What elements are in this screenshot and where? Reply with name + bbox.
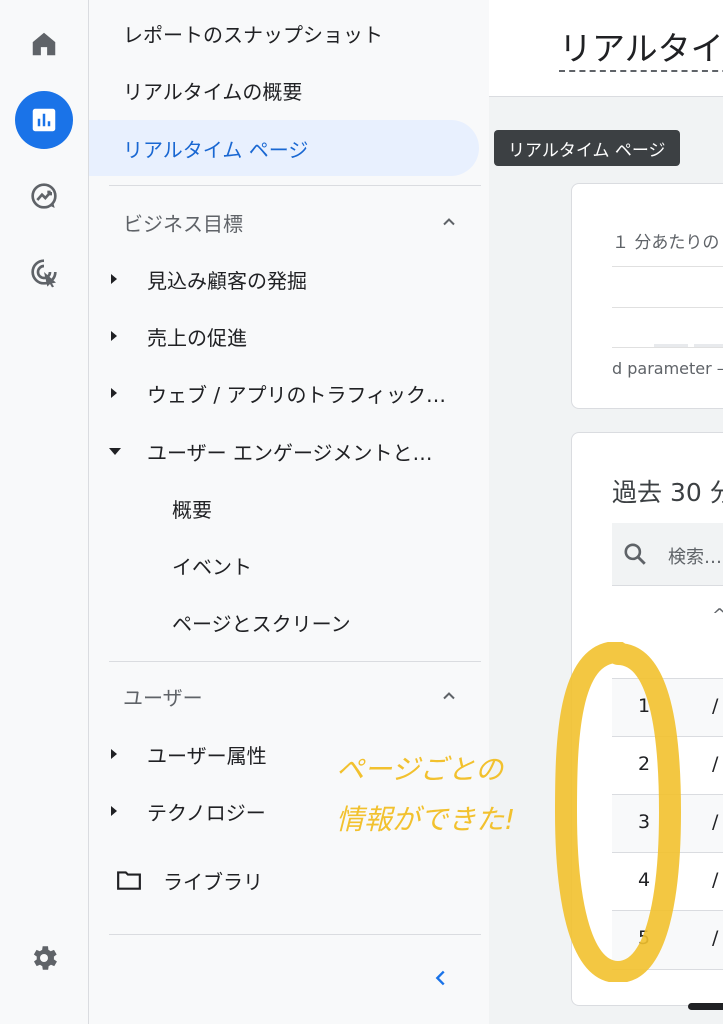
collapse-nav-button[interactable] bbox=[421, 958, 461, 998]
sub-item-label: 概要 bbox=[172, 497, 212, 522]
library-label: ライブラリ bbox=[163, 869, 263, 894]
caret-right-icon bbox=[111, 331, 117, 341]
gridline bbox=[612, 347, 723, 348]
caret-right-icon bbox=[111, 388, 117, 398]
chevron-up-icon bbox=[443, 692, 455, 700]
gridline bbox=[612, 266, 723, 267]
section-business-goals[interactable]: ビジネス目標 bbox=[89, 194, 479, 250]
search-icon bbox=[624, 543, 646, 565]
highlight-ellipse bbox=[554, 642, 682, 982]
chevron-left-icon bbox=[435, 970, 445, 986]
nav-item-label: リアルタイム ページ bbox=[123, 137, 309, 162]
divider bbox=[109, 934, 481, 935]
tree-item-label: 売上の促進 bbox=[147, 325, 247, 350]
gridline bbox=[612, 307, 723, 308]
sub-item-events[interactable]: イベント bbox=[89, 537, 479, 593]
nav-item-label: レポートのスナップショット bbox=[123, 22, 383, 47]
search-input: 検索… bbox=[668, 547, 722, 568]
chart-bar bbox=[654, 344, 688, 347]
gear-icon bbox=[33, 946, 57, 970]
tree-item-traffic[interactable]: ウェブ / アプリのトラフィック… bbox=[89, 365, 479, 421]
nav-library[interactable]: ライブラリ bbox=[89, 852, 479, 908]
nav-realtime-page[interactable]: リアルタイム ページ bbox=[89, 120, 479, 176]
sort-indicator-icon[interactable]: ^ bbox=[712, 605, 723, 626]
card-subtitle: １ 分あたりの bbox=[612, 233, 720, 253]
folder-icon bbox=[117, 871, 141, 890]
axis-label: d parameter – bbox=[612, 359, 723, 378]
tooltip: リアルタイム ページ bbox=[494, 130, 680, 166]
chevron-up-icon bbox=[443, 218, 455, 226]
divider bbox=[109, 661, 481, 662]
card-title: 過去 30 分 bbox=[612, 478, 723, 507]
home-button[interactable] bbox=[15, 15, 73, 73]
caret-right-icon bbox=[111, 806, 117, 816]
icon-rail bbox=[0, 0, 89, 1024]
page-title-wrap[interactable]: リアルタイ bbox=[559, 18, 723, 72]
settings-button[interactable] bbox=[15, 929, 73, 987]
reports-button[interactable] bbox=[15, 91, 73, 149]
nav-item-label: リアルタイムの概要 bbox=[123, 79, 303, 104]
tree-item-engagement[interactable]: ユーザー エンゲージメントと… bbox=[89, 423, 479, 479]
sub-item-overview[interactable]: 概要 bbox=[89, 480, 479, 536]
divider bbox=[109, 185, 481, 186]
caret-right-icon bbox=[111, 274, 117, 284]
sub-item-label: イベント bbox=[172, 554, 252, 579]
row-value: / bbox=[712, 811, 719, 833]
row-value: / bbox=[712, 753, 719, 775]
section-title: ビジネス目標 bbox=[123, 211, 243, 236]
row-value: / bbox=[712, 927, 719, 949]
section-users[interactable]: ユーザー bbox=[89, 668, 479, 724]
explore-button[interactable] bbox=[15, 167, 73, 225]
tree-item-label: 見込み顧客の発掘 bbox=[147, 268, 307, 293]
advertising-button[interactable] bbox=[15, 243, 73, 301]
row-value: / bbox=[712, 869, 719, 891]
report-nav: レポートのスナップショット リアルタイムの概要 リアルタイム ページ ビジネス目… bbox=[89, 0, 489, 1024]
search-field[interactable]: 検索… bbox=[612, 523, 723, 586]
advertising-icon bbox=[31, 259, 57, 288]
annotation-line-2: 情報ができた! bbox=[336, 803, 516, 836]
nav-report-snapshot[interactable]: レポートのスナップショット bbox=[89, 5, 479, 61]
tree-item-drive-sales[interactable]: 売上の促進 bbox=[89, 308, 479, 364]
row-value: / bbox=[712, 695, 719, 717]
sub-item-pages-screens[interactable]: ページとスクリーン bbox=[89, 594, 479, 650]
reports-icon bbox=[32, 108, 56, 132]
caret-right-icon bbox=[111, 749, 117, 759]
tree-item-label: ユーザー エンゲージメントと… bbox=[147, 440, 433, 465]
home-icon bbox=[32, 32, 56, 56]
scroll-indicator[interactable] bbox=[688, 1003, 723, 1010]
caret-down-icon bbox=[109, 448, 121, 455]
annotation-line-1: ページごとの bbox=[336, 753, 504, 786]
chart-bar bbox=[694, 344, 723, 347]
sub-item-label: ページとスクリーン bbox=[172, 611, 351, 636]
users-per-minute-card: １ 分あたりの d parameter – bbox=[571, 183, 723, 409]
tree-item-label: ウェブ / アプリのトラフィック… bbox=[147, 382, 447, 407]
tree-item-lead-generation[interactable]: 見込み顧客の発掘 bbox=[89, 251, 479, 307]
page-title: リアルタイ bbox=[559, 29, 723, 68]
explore-icon bbox=[31, 183, 57, 209]
nav-realtime-overview[interactable]: リアルタイムの概要 bbox=[89, 62, 479, 118]
section-title: ユーザー bbox=[123, 685, 203, 710]
